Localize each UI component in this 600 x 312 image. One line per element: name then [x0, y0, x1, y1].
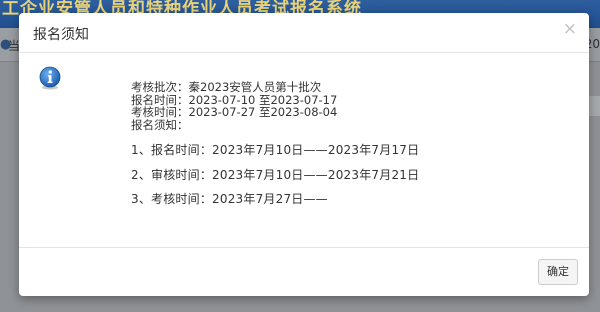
- dialog-content: 考核批次：秦2023安管人员第十批次 报名时间：2023-07-10 至2023…: [131, 81, 571, 212]
- batch-line: 考核批次：秦2023安管人员第十批次: [131, 80, 322, 94]
- close-icon[interactable]: ×: [563, 21, 577, 38]
- notice-heading: 报名须知：: [131, 117, 189, 132]
- dialog-footer: 确定: [19, 247, 589, 296]
- dialog-title: 报名须知: [33, 27, 89, 43]
- notice-item: 3、考核时间：2023年7月27日——: [131, 192, 328, 206]
- notice-dialog: 报名须知 × 考核批次：秦2023安管人员第十批次 报名时间：2023-07-1…: [19, 13, 589, 296]
- dialog-header: 报名须知 ×: [19, 13, 589, 53]
- notice-item: 2、审核时间：2023年7月10日——2023年7月21日: [131, 167, 420, 182]
- exam-time-line: 考核时间：2023-07-27 至2023-08-04: [131, 105, 338, 119]
- info-icon: [39, 66, 61, 90]
- notice-item: 1、报名时间：2023年7月10日——2023年7月17日: [131, 143, 420, 157]
- notice-list: 1、报名时间：2023年7月10日——2023年7月17日 2、审核时间：202…: [131, 138, 571, 212]
- ok-button[interactable]: 确定: [538, 259, 578, 285]
